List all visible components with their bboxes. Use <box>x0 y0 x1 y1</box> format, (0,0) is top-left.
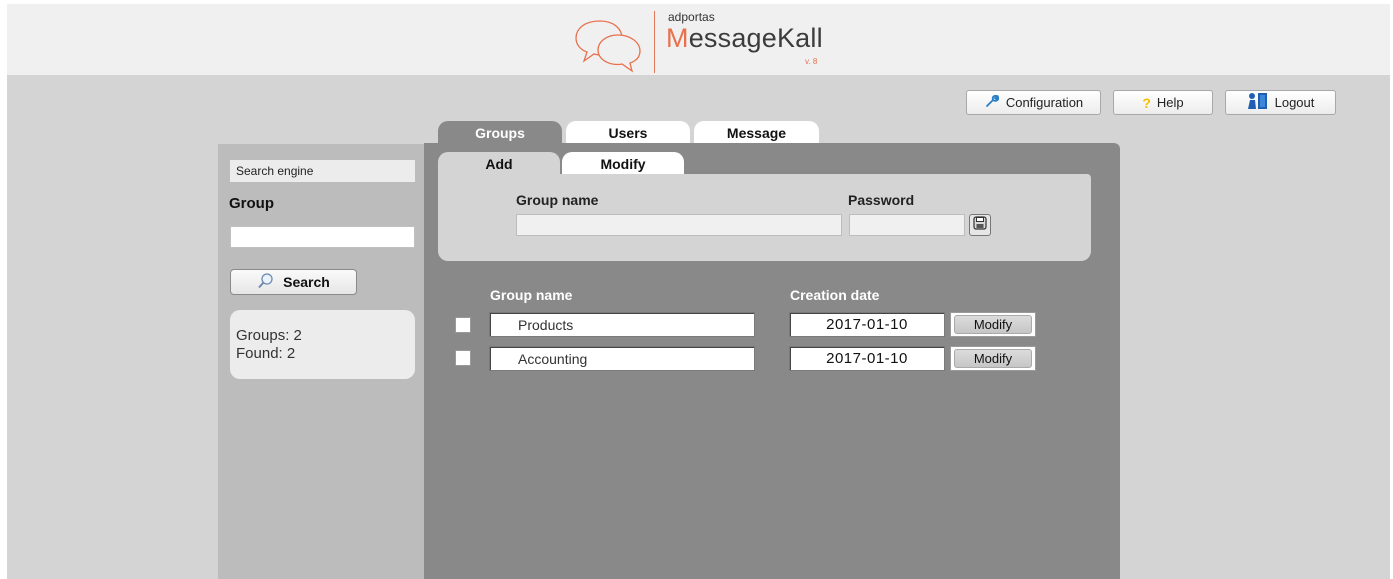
row-creation-date: 2017-01-10 <box>789 346 945 371</box>
search-button[interactable]: Search <box>230 269 357 295</box>
password-label: Password <box>848 192 915 208</box>
row-group-name[interactable]: Products <box>489 312 755 337</box>
magnifier-icon <box>257 272 275 293</box>
logout-button[interactable]: Logout <box>1225 90 1336 115</box>
tab-message[interactable]: Message <box>694 121 819 145</box>
brand-company: adportas <box>668 10 715 24</box>
chat-bubbles-logo-icon <box>575 20 641 73</box>
floppy-disk-icon <box>973 215 987 235</box>
modify-label: Modify <box>954 349 1032 368</box>
tab-groups[interactable]: Groups <box>438 121 562 145</box>
help-label: Help <box>1156 95 1184 110</box>
group-name-label: Group name <box>516 192 599 208</box>
column-header-creation-date: Creation date <box>790 287 880 303</box>
brand-rest: essageKall <box>688 23 823 53</box>
search-results-summary: Groups: 2 Found: 2 <box>230 310 415 379</box>
modify-label: Modify <box>954 315 1032 334</box>
row-modify-button[interactable]: Modify <box>950 312 1036 337</box>
search-engine-heading: Search engine <box>230 160 415 182</box>
subtab-modify[interactable]: Modify <box>562 152 684 175</box>
row-group-name[interactable]: Accounting <box>489 346 755 371</box>
wrench-icon <box>984 93 1000 112</box>
brand-name: MessageKall <box>666 23 823 54</box>
logo-divider <box>654 11 655 73</box>
group-search-input[interactable] <box>230 226 415 248</box>
row-creation-date: 2017-01-10 <box>789 312 945 337</box>
group-filter-label: Group <box>229 195 274 212</box>
question-mark-icon: ? <box>1142 94 1151 111</box>
logout-door-icon <box>1247 92 1269 113</box>
brand-initial: M <box>666 23 689 53</box>
configuration-button[interactable]: Configuration <box>966 90 1101 115</box>
tab-users[interactable]: Users <box>566 121 690 145</box>
help-button[interactable]: ? Help <box>1113 90 1213 115</box>
configuration-label: Configuration <box>1005 95 1084 110</box>
row-checkbox[interactable] <box>455 317 471 333</box>
row-modify-button[interactable]: Modify <box>950 346 1036 371</box>
group-name-input[interactable] <box>516 214 842 236</box>
search-label: Search <box>283 274 330 290</box>
password-input[interactable] <box>849 214 965 236</box>
app-version: v. 8 <box>805 57 818 66</box>
save-button[interactable] <box>969 214 991 236</box>
found-count: Found: 2 <box>236 345 296 362</box>
logout-label: Logout <box>1274 95 1315 110</box>
subtab-add[interactable]: Add <box>438 152 560 175</box>
row-checkbox[interactable] <box>455 350 471 366</box>
column-header-group-name: Group name <box>490 287 573 303</box>
groups-count: Groups: 2 <box>236 327 302 344</box>
